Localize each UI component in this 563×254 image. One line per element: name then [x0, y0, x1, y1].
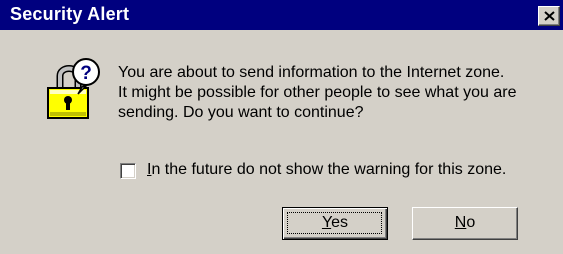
svg-text:?: ?	[80, 63, 92, 84]
dont-warn-checkbox-label[interactable]: In the future do not show the warning fo…	[147, 161, 506, 179]
message-line: You are about to send information to the…	[118, 64, 505, 81]
message-line: It might be possible for other people to…	[118, 84, 517, 101]
accelerator-key: Y	[321, 214, 332, 231]
padlock-question-icon: ?	[47, 58, 100, 119]
dont-warn-checkbox[interactable]	[120, 163, 136, 179]
close-button[interactable]	[538, 6, 560, 26]
no-button-label: o	[466, 214, 476, 231]
yes-button[interactable]: Yes	[282, 207, 388, 240]
title-bar[interactable]: Security Alert	[0, 0, 563, 30]
accelerator-key: N	[454, 214, 467, 231]
close-icon	[544, 11, 555, 21]
alert-message: You are about to send information to the…	[118, 63, 563, 123]
window-title: Security Alert	[10, 4, 130, 24]
no-button[interactable]: No	[412, 207, 518, 240]
yes-button-label: es	[331, 214, 349, 231]
checkbox-label-text: n the future do not show the warning for…	[151, 161, 507, 178]
message-line: sending. Do you want to continue?	[118, 104, 364, 121]
